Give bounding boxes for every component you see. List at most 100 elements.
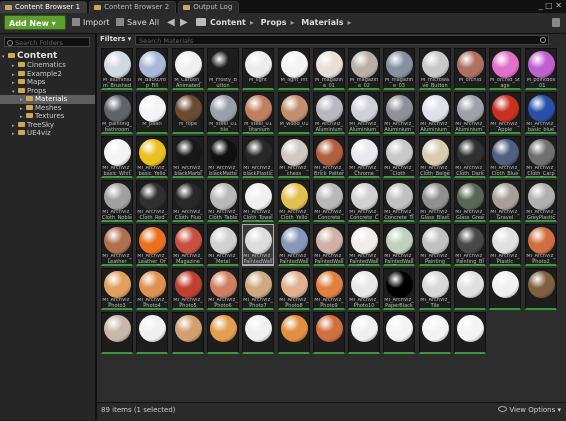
- breadcrumb-props[interactable]: Props: [261, 18, 287, 27]
- asset-tile[interactable]: MI_ArchViz_Photo7: [242, 268, 274, 310]
- asset-tile[interactable]: [101, 312, 133, 354]
- folder-cinematics[interactable]: ▸ Cinematics: [0, 61, 95, 70]
- tab-content-browser-2[interactable]: Content Browser 2: [89, 1, 177, 13]
- asset-tile[interactable]: MI_ArchViz_Plastic: [489, 224, 521, 266]
- breadcrumb-content[interactable]: Content: [210, 18, 246, 27]
- lock-icon[interactable]: [552, 18, 560, 27]
- asset-tile[interactable]: MI_ArchViz_Brick_Pattern: [313, 136, 345, 178]
- folder-textures[interactable]: ▸ Textures: [0, 112, 95, 121]
- asset-tile[interactable]: MI_ArchViz_Magazine: [172, 224, 204, 266]
- asset-tile[interactable]: MI_ArchViz_Cloth_Noble: [101, 180, 133, 222]
- asset-tile[interactable]: M_microwave_Button: [419, 48, 451, 90]
- asset-tile[interactable]: MI_ArchViz_PaintedWall: [242, 224, 274, 266]
- asset-tile[interactable]: MI_ArchViz_Aluminium_bent: [348, 92, 380, 134]
- asset-tile[interactable]: [525, 268, 557, 310]
- asset-tile[interactable]: MI_ArchViz_Cloth_Fluo: [172, 180, 204, 222]
- asset-tile[interactable]: [419, 312, 451, 354]
- asset-tile[interactable]: M_steel_01_tile: [207, 92, 239, 134]
- view-options-button[interactable]: View Options ▾: [498, 406, 561, 414]
- import-button[interactable]: Import: [70, 15, 110, 30]
- asset-tile[interactable]: MI_ArchViz_Photo10: [348, 268, 380, 310]
- asset-tile[interactable]: M_orchid_Stage: [489, 48, 521, 90]
- asset-tile[interactable]: M_orchid: [454, 48, 486, 90]
- folder-icon[interactable]: [196, 18, 206, 26]
- folder-ue4viz[interactable]: ▸ UE4viz: [0, 129, 95, 138]
- asset-tile[interactable]: M_magazine_02: [348, 48, 380, 90]
- asset-tile[interactable]: M_magazine_03: [383, 48, 415, 90]
- asset-tile[interactable]: MI_ArchViz_Cloth_Dark: [454, 136, 486, 178]
- asset-tile[interactable]: MI_ArchViz_Cloth_Towel: [242, 180, 274, 222]
- asset-tile[interactable]: MI_ArchViz_Tile: [419, 268, 451, 310]
- tab-output-log[interactable]: Output Log: [178, 1, 240, 13]
- asset-tile[interactable]: [454, 268, 486, 310]
- asset-tile[interactable]: MI_ArchViz_Apple: [489, 92, 521, 134]
- asset-tile[interactable]: MI_ArchViz_Concrete: [313, 180, 345, 222]
- asset-tile[interactable]: M_painting_bathroom: [101, 92, 133, 134]
- asset-tile[interactable]: M_pointBox_01: [525, 48, 557, 90]
- forward-button[interactable]: ▶: [180, 16, 188, 29]
- asset-tile[interactable]: MI_ArchViz_Aluminium_wet: [454, 92, 486, 134]
- folder-props[interactable]: ▾ Props: [0, 87, 95, 96]
- asset-tile[interactable]: MI_ArchViz_Metal: [207, 224, 239, 266]
- asset-tile[interactable]: [454, 312, 486, 354]
- asset-tile[interactable]: MI_ArchViz_PaperBlack: [383, 268, 415, 310]
- asset-tile[interactable]: MI_ArchViz_basic_blue: [525, 92, 557, 134]
- asset-tile[interactable]: [242, 312, 274, 354]
- asset-tile[interactable]: MI_ArchViz_blackPlastic: [242, 136, 274, 178]
- asset-tile[interactable]: MI_ArchViz_Glass_Blasted: [419, 180, 451, 222]
- asset-tile[interactable]: [348, 312, 380, 354]
- search-materials-input[interactable]: Search Materials: [135, 35, 549, 45]
- asset-tile[interactable]: MI_ArchViz_Photo9: [313, 268, 345, 310]
- asset-tile[interactable]: M_aluminium_Brushed: [101, 48, 133, 90]
- asset-tile[interactable]: MI_ArchViz_blackMatte: [207, 136, 239, 178]
- asset-tile[interactable]: M_light: [242, 48, 274, 90]
- asset-tile[interactable]: M_pearl: [136, 92, 168, 134]
- asset-tile[interactable]: MI_ArchViz_Cloth_Red: [136, 180, 168, 222]
- asset-tile[interactable]: MI_ArchViz_Photo5: [172, 268, 204, 310]
- asset-tile[interactable]: [278, 312, 310, 354]
- asset-tile[interactable]: MI_ArchViz_PaintedWall_Green: [383, 224, 415, 266]
- folder-example2[interactable]: ▸ Example2: [0, 70, 95, 79]
- asset-tile[interactable]: M_Carbon_Animated: [172, 48, 204, 90]
- asset-tile[interactable]: M_rope: [172, 92, 204, 134]
- asset-tile[interactable]: M_steel_01_titanium: [242, 92, 274, 134]
- asset-tile[interactable]: MI_ArchViz_Cloth_Beige: [419, 136, 451, 178]
- back-button[interactable]: ◀: [167, 16, 175, 29]
- asset-tile[interactable]: M_magazine_01: [313, 48, 345, 90]
- asset-tile[interactable]: MI_ArchViz_Aluminium_dark: [383, 92, 415, 134]
- folder-maps[interactable]: ▸ Maps: [0, 78, 95, 87]
- folder-meshes[interactable]: ▸ Meshes: [0, 104, 95, 113]
- asset-tile[interactable]: MI_ArchViz_Leather: [101, 224, 133, 266]
- asset-tile[interactable]: MI_ArchViz_Painting: [419, 224, 451, 266]
- asset-tile[interactable]: MI_ArchViz_Concrete_Ceiling: [348, 180, 380, 222]
- asset-tile[interactable]: MI_ArchViz_Cloth_Yellow: [278, 180, 310, 222]
- asset-tile[interactable]: MI_ArchViz_Leather_Orange: [136, 224, 168, 266]
- asset-tile[interactable]: M_Frosty_Button: [207, 48, 239, 90]
- asset-tile[interactable]: MI_ArchViz_PaintedWall_Blue: [278, 224, 310, 266]
- asset-tile[interactable]: MI_ArchViz_basic_White: [101, 136, 133, 178]
- asset-tile[interactable]: [136, 312, 168, 354]
- asset-tile[interactable]: MI_ArchViz_Cloth_Table: [207, 180, 239, 222]
- asset-tile[interactable]: [313, 312, 345, 354]
- asset-tile[interactable]: MI_ArchViz_Photo2: [525, 224, 557, 266]
- asset-tile[interactable]: MI_ArchViz_GreyPlastic: [525, 180, 557, 222]
- asset-tile[interactable]: MI_ArchViz_Photo4: [136, 268, 168, 310]
- save-all-button[interactable]: Save All: [114, 15, 159, 30]
- asset-tile[interactable]: MI_ArchViz_Aluminium_Shiny: [419, 92, 451, 134]
- asset-tile[interactable]: [172, 312, 204, 354]
- asset-tile[interactable]: MI_ArchViz_Gravel: [489, 180, 521, 222]
- window-buttons[interactable]: _ □ ✕: [539, 1, 562, 10]
- asset-tile[interactable]: MI_ArchViz_Cloth_Carpet: [525, 136, 557, 178]
- asset-tile[interactable]: M_ArchViz_Aluminium: [313, 92, 345, 134]
- asset-tile[interactable]: MI_ArchViz_chess: [278, 136, 310, 178]
- asset-tile[interactable]: MI_ArchViz_Cloth_Blue: [489, 136, 521, 178]
- tab-content-browser-1[interactable]: Content Browser 1: [0, 1, 88, 13]
- folder-treesky[interactable]: ▸ TreeSky: [0, 121, 95, 130]
- breadcrumb-materials[interactable]: Materials: [301, 18, 343, 27]
- asset-tile[interactable]: MI_ArchViz_Photo8: [278, 268, 310, 310]
- folder-materials[interactable]: ▸ Materials: [0, 95, 95, 104]
- asset-tile[interactable]: MI_ArchViz_Photo6: [207, 268, 239, 310]
- asset-tile[interactable]: MI_ArchViz_Cloth: [383, 136, 415, 178]
- asset-tile[interactable]: MI_ArchViz_basic_Yellow: [136, 136, 168, 178]
- asset-tile[interactable]: [489, 268, 521, 310]
